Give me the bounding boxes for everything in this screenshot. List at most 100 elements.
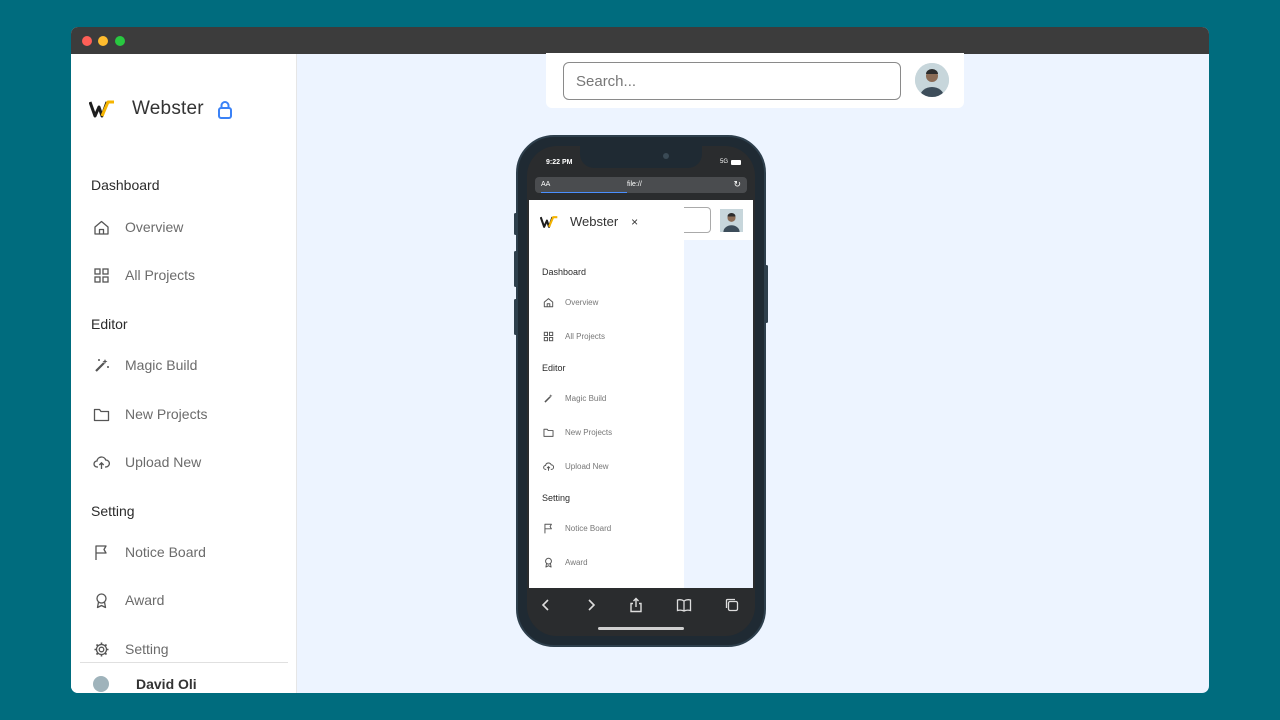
browser-window: Webster Dashboard Overview All Projects … bbox=[71, 27, 1209, 693]
mobile-browser-toolbar bbox=[527, 588, 755, 636]
webster-logo-icon bbox=[89, 100, 114, 118]
mobile-item-notice-board[interactable]: Notice Board bbox=[543, 521, 611, 535]
back-icon[interactable] bbox=[538, 597, 554, 613]
sidebar-item-label: Notice Board bbox=[125, 544, 206, 560]
section-editor: Editor bbox=[91, 316, 128, 332]
phone-notch bbox=[580, 146, 702, 168]
sidebar-item-label: Upload New bbox=[125, 454, 202, 470]
mobile-item-label: New Projects bbox=[565, 427, 613, 437]
phone-volume-up-button bbox=[514, 251, 517, 287]
sidebar-item-notice-board[interactable]: Notice Board bbox=[93, 540, 206, 564]
mobile-brand-name: Webster bbox=[570, 214, 619, 229]
mobile-webpage: Webster × Dashboard Overview All Project… bbox=[529, 200, 753, 588]
mobile-item-all-projects[interactable]: All Projects bbox=[543, 329, 605, 343]
battery-icon bbox=[731, 159, 741, 165]
network-label: 5G bbox=[719, 159, 728, 165]
mobile-item-upload-new[interactable]: Upload New bbox=[543, 459, 609, 473]
mobile-item-new-projects[interactable]: New Projects bbox=[543, 425, 612, 439]
mobile-sidebar-menu: Webster × Dashboard Overview All Project… bbox=[529, 200, 684, 588]
lock-icon[interactable] bbox=[217, 100, 233, 119]
brand[interactable]: Webster bbox=[89, 98, 233, 120]
mobile-user-avatar[interactable] bbox=[720, 209, 743, 232]
phone-mockup: 9:22 PM 5G AA file:// ↻ Webster × Dashbo… bbox=[514, 135, 768, 647]
close-menu-button[interactable]: × bbox=[631, 215, 638, 229]
phone-power-button bbox=[765, 265, 768, 323]
cloud-upload-icon bbox=[543, 461, 554, 471]
sidebar-item-label: Overview bbox=[125, 219, 184, 235]
mobile-item-label: Notice Board bbox=[565, 523, 612, 533]
share-icon[interactable] bbox=[628, 597, 644, 613]
minimize-window-button[interactable] bbox=[98, 36, 108, 46]
mobile-section-setting: Setting bbox=[542, 493, 571, 503]
magic-wand-icon bbox=[95, 358, 109, 372]
phone-volume-down-button bbox=[514, 299, 517, 335]
brand-name: Webster bbox=[132, 98, 204, 119]
home-icon bbox=[543, 297, 554, 307]
mobile-section-editor: Editor bbox=[542, 363, 566, 373]
sidebar-divider bbox=[80, 662, 288, 663]
gear-icon bbox=[94, 642, 109, 656]
reader-aa-button[interactable]: AA bbox=[541, 181, 550, 188]
sidebar-item-magic-build[interactable]: Magic Build bbox=[93, 353, 197, 377]
status-time: 9:22 PM bbox=[546, 159, 573, 166]
mobile-brand[interactable]: Webster × bbox=[540, 214, 638, 229]
search-input[interactable] bbox=[563, 62, 901, 100]
maximize-window-button[interactable] bbox=[115, 36, 125, 46]
sidebar-item-all-projects[interactable]: All Projects bbox=[93, 263, 195, 287]
load-progress bbox=[541, 192, 627, 193]
flag-icon bbox=[544, 523, 552, 533]
sidebar-item-label: All Projects bbox=[125, 267, 196, 283]
status-indicators: 5G bbox=[720, 159, 741, 165]
topbar bbox=[546, 53, 964, 108]
close-window-button[interactable] bbox=[82, 36, 92, 46]
cloud-upload-icon bbox=[93, 455, 110, 469]
webster-logo-icon bbox=[540, 215, 558, 228]
grid-icon bbox=[94, 267, 109, 283]
sidebar-item-award[interactable]: Award bbox=[93, 588, 164, 612]
mobile-url-bar[interactable]: AA file:// ↻ bbox=[535, 177, 747, 193]
sidebar-item-new-projects[interactable]: New Projects bbox=[93, 402, 207, 426]
sidebar-profile[interactable]: David Oli bbox=[93, 676, 197, 692]
flag-icon bbox=[95, 544, 107, 560]
sidebar-item-label: Setting bbox=[125, 641, 169, 657]
sidebar-item-setting[interactable]: Setting bbox=[93, 637, 169, 661]
phone-mute-button bbox=[514, 213, 517, 235]
mobile-item-label: Overview bbox=[565, 297, 599, 307]
bookmarks-icon[interactable] bbox=[676, 597, 692, 613]
grid-icon bbox=[543, 331, 554, 341]
mobile-item-label: All Projects bbox=[565, 331, 606, 341]
folder-icon bbox=[93, 408, 110, 421]
avatar-person-icon bbox=[915, 63, 949, 97]
mobile-item-label: Upload New bbox=[565, 461, 609, 471]
mobile-item-magic-build[interactable]: Magic Build bbox=[543, 391, 606, 405]
profile-name: David Oli bbox=[136, 676, 197, 692]
reload-icon[interactable]: ↻ bbox=[733, 179, 741, 190]
sidebar: Webster Dashboard Overview All Projects … bbox=[71, 54, 297, 693]
magic-wand-icon bbox=[544, 393, 553, 403]
forward-icon[interactable] bbox=[583, 597, 599, 613]
user-avatar[interactable] bbox=[915, 63, 949, 97]
avatar-person-icon bbox=[720, 209, 743, 232]
mobile-section-dashboard: Dashboard bbox=[542, 267, 587, 277]
window-titlebar bbox=[71, 27, 1209, 54]
phone-screen: 9:22 PM 5G AA file:// ↻ Webster × Dashbo… bbox=[527, 146, 755, 636]
profile-avatar bbox=[93, 676, 109, 692]
folder-icon bbox=[543, 428, 554, 437]
award-icon bbox=[96, 592, 107, 608]
mobile-item-overview[interactable]: Overview bbox=[543, 295, 598, 309]
sidebar-item-overview[interactable]: Overview bbox=[93, 215, 183, 239]
url-text: file:// bbox=[627, 181, 642, 188]
sidebar-item-label: New Projects bbox=[125, 406, 208, 422]
mobile-item-award[interactable]: Award bbox=[543, 555, 588, 569]
mobile-item-label: Magic Build bbox=[565, 393, 607, 403]
tabs-icon[interactable] bbox=[724, 597, 740, 613]
sidebar-item-upload-new[interactable]: Upload New bbox=[93, 450, 201, 474]
camera-icon bbox=[663, 153, 669, 159]
sidebar-item-label: Award bbox=[125, 592, 165, 608]
home-indicator bbox=[598, 627, 684, 630]
home-icon bbox=[94, 220, 109, 235]
award-icon bbox=[545, 557, 552, 568]
sidebar-item-label: Magic Build bbox=[125, 357, 198, 373]
section-setting: Setting bbox=[91, 503, 135, 519]
mobile-item-label: Award bbox=[565, 557, 588, 567]
